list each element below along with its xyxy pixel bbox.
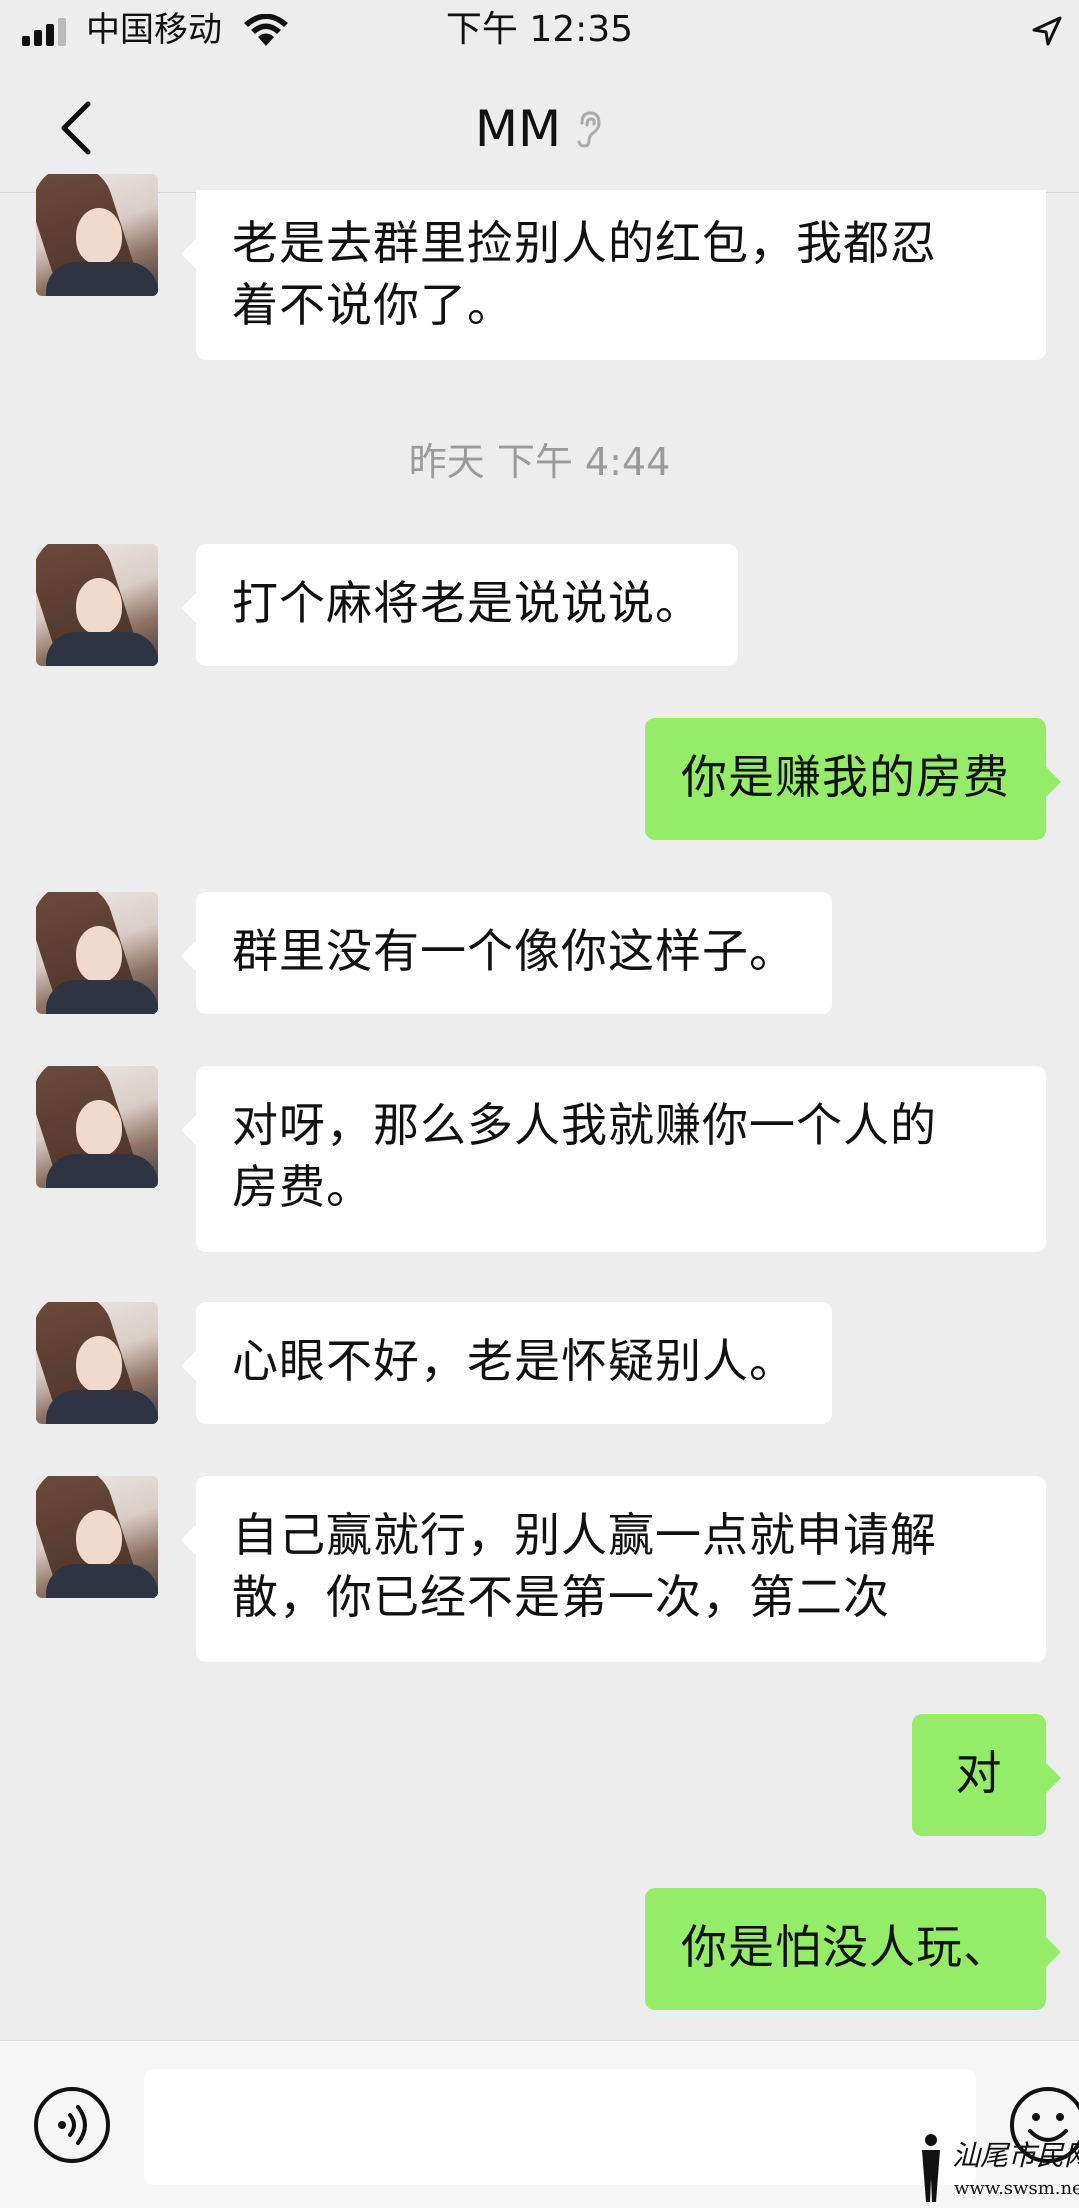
message-bubble-incoming[interactable]: 对呀，那么多人我就赚你一个人的 房费。 [181,1066,1046,1252]
location-arrow-icon [1032,16,1062,46]
site-watermark: 汕尾市民网 www.swsm.net [912,2130,1079,2208]
message-bubble-incoming[interactable]: 群里没有一个像你这样子。 [181,892,832,1014]
contact-avatar[interactable] [36,1066,158,1188]
status-time: 下午 12:35 [445,9,634,50]
message-timestamp: 昨天 下午 4:44 [408,440,671,484]
nav-title-group: MM [0,94,1079,164]
status-bar: 中国移动 下午 12:35 [0,0,1079,66]
message-input[interactable] [144,2069,976,2185]
chat-screen: 中国移动 下午 12:35 MM 老是去群里捡别人的红包，我都忍 着不说你了。 … [0,0,1079,2208]
nav-bar: MM [0,66,1079,193]
message-bubble-incoming[interactable]: 自己赢就行，别人赢一点就申请解 散，你已经不是第一次，第二次 [181,1476,1046,1662]
chat-title: MM [474,100,562,158]
contact-avatar[interactable] [36,544,158,666]
message-bubble-outgoing[interactable]: 你是怕没人玩、 [645,1888,1061,2010]
contact-avatar[interactable] [36,1302,158,1424]
message-bubble-outgoing[interactable]: 你是赚我的房费 [645,718,1061,840]
message-bubble-incoming[interactable]: 打个麻将老是说说说。 [181,544,738,666]
contact-avatar[interactable] [36,892,158,1014]
voice-icon[interactable] [32,2085,112,2165]
message-bubble-incoming[interactable]: 心眼不好，老是怀疑别人。 [181,1302,832,1424]
contact-avatar[interactable] [36,1476,158,1598]
contact-avatar[interactable] [36,174,158,296]
watermark-text: 汕尾市民网 [952,2139,1079,2172]
watermark-url: www.swsm.net [954,2178,1079,2199]
message-bubble-incoming[interactable]: 老是去群里捡别人的红包，我都忍 着不说你了。 [181,190,1046,360]
figure-icon [922,2134,940,2202]
earpiece-icon [577,111,601,148]
message-bubble-outgoing[interactable]: 对 [912,1714,1061,1836]
